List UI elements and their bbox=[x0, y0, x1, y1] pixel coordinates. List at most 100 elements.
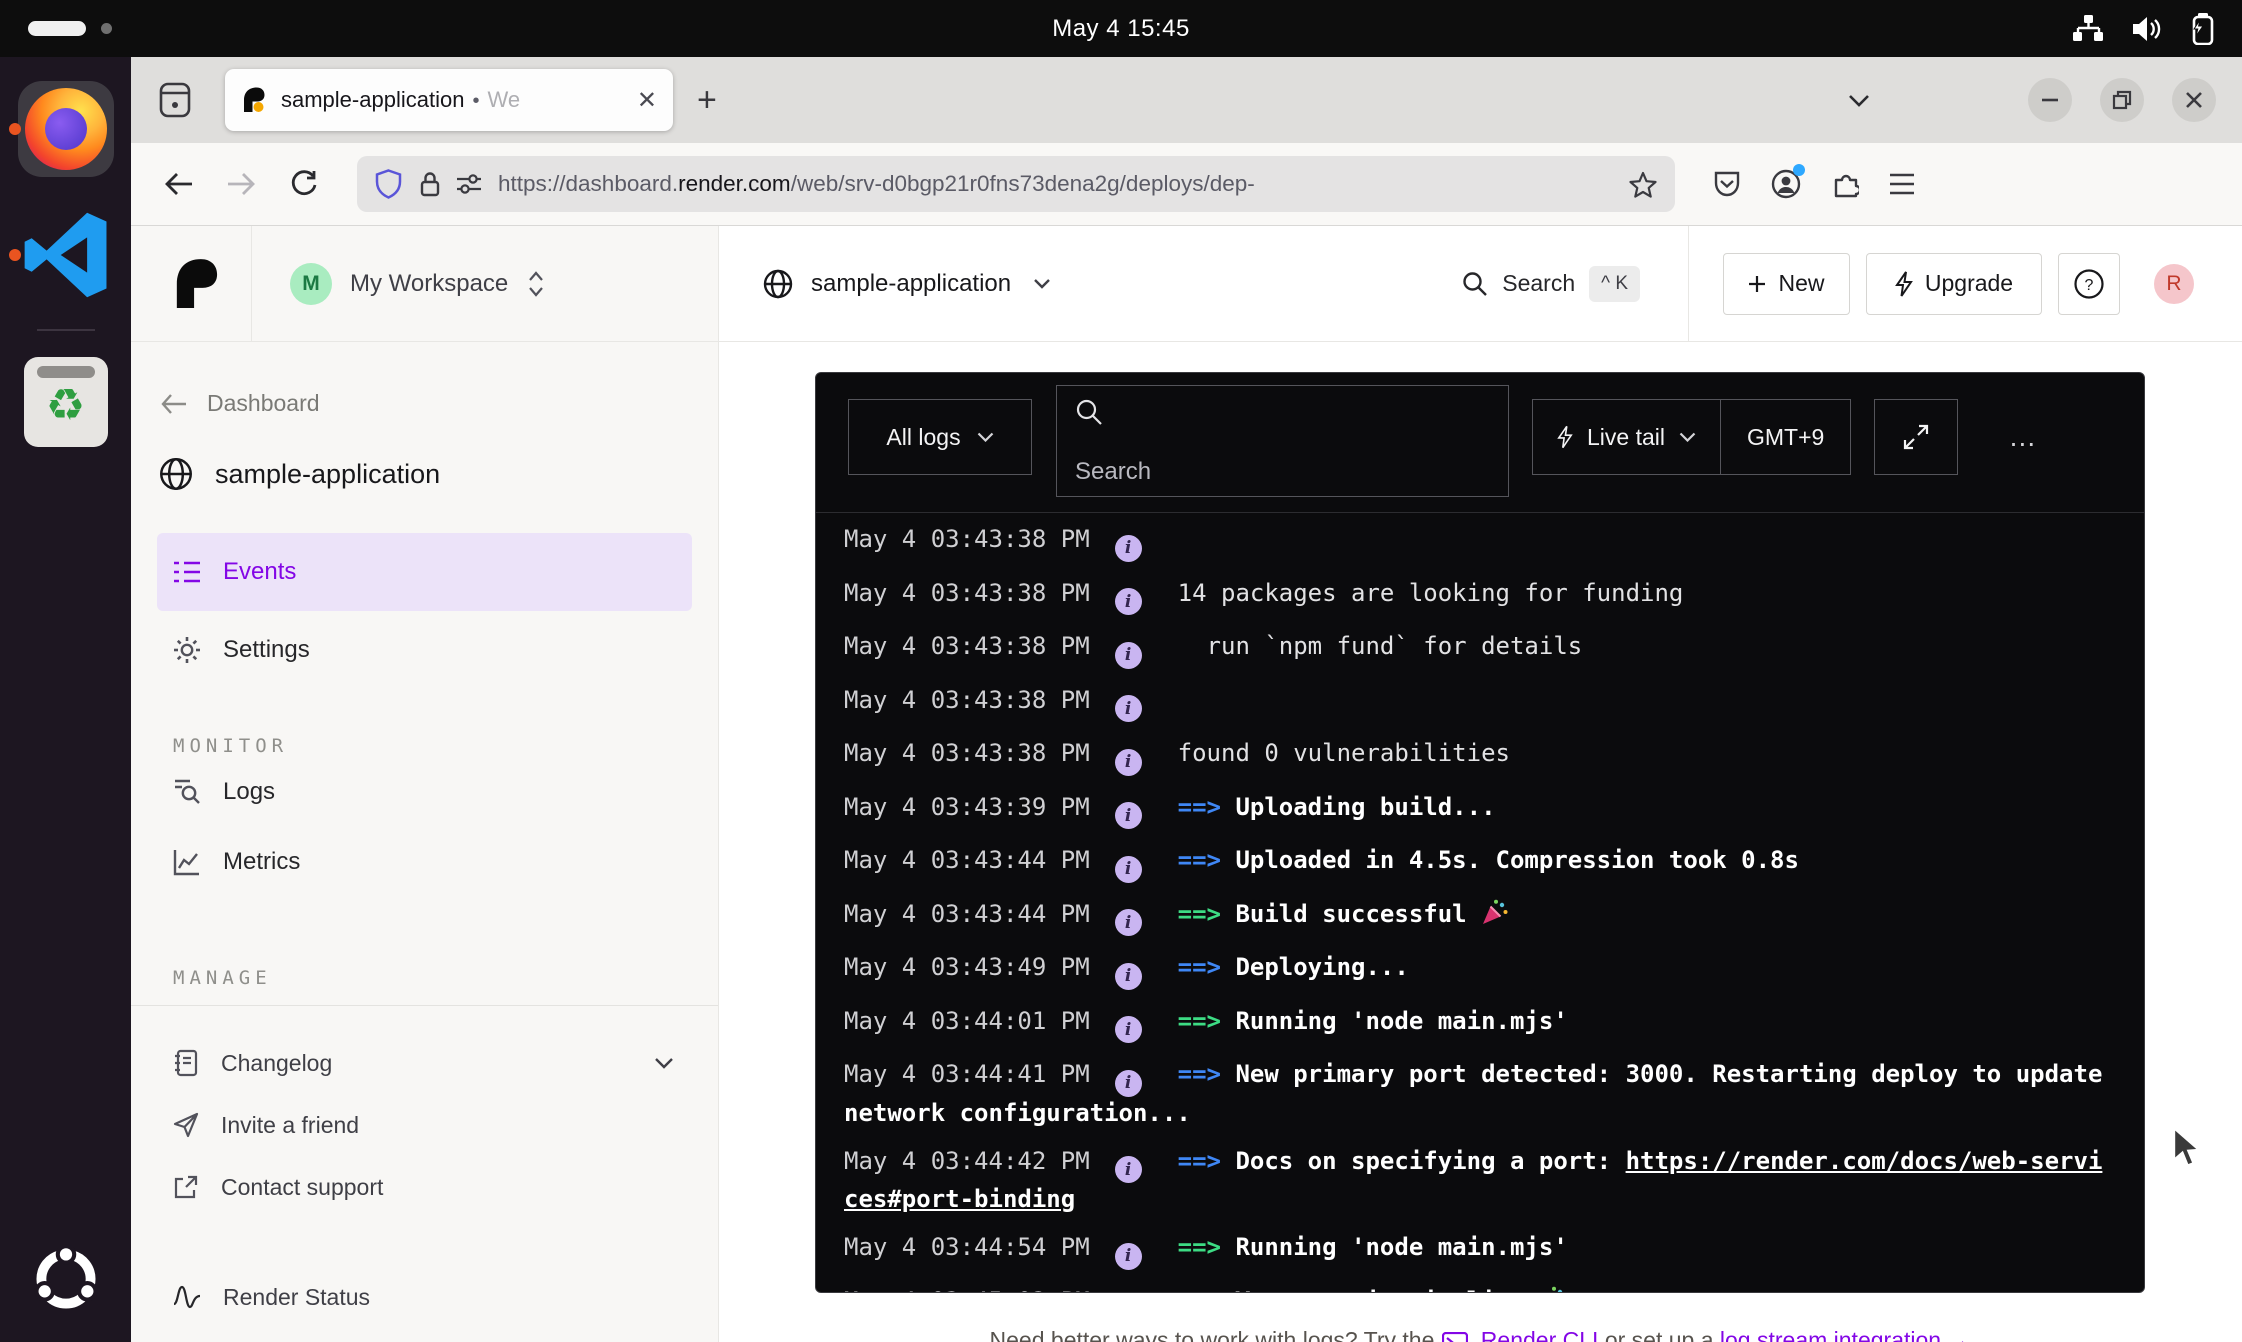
logs-search-icon bbox=[173, 778, 201, 806]
system-tray[interactable] bbox=[2073, 0, 2216, 57]
back-to-dashboard[interactable]: Dashboard bbox=[157, 390, 692, 417]
divider bbox=[1688, 226, 1689, 341]
live-tail-dropdown[interactable]: Live tail bbox=[1533, 400, 1720, 474]
help-glyph: ? bbox=[2085, 277, 2094, 294]
workspace-name: My Workspace bbox=[350, 270, 508, 298]
account-icon[interactable] bbox=[1771, 169, 1801, 199]
log-area: May 4 03:43:38 PMiMay 4 03:43:38 PMi14 p… bbox=[816, 513, 2144, 1293]
timezone-button[interactable]: GMT+9 bbox=[1720, 400, 1850, 474]
log-timestamp: May 4 03:44:54 PM bbox=[844, 1233, 1090, 1261]
log-arrow: ==> bbox=[1178, 1147, 1236, 1175]
app-header: M My Workspace sample-application bbox=[131, 226, 2242, 342]
info-icon: i bbox=[1115, 1156, 1142, 1183]
url-text: https://dashboard.render.com/web/srv-d0b… bbox=[498, 171, 1617, 197]
log-entry: May 4 03:44:01 PMi==> Running 'node main… bbox=[844, 1005, 2116, 1044]
running-indicator bbox=[9, 123, 21, 135]
manage-heading: MANAGE bbox=[157, 967, 692, 989]
sidebar-item-changelog[interactable]: Changelog bbox=[157, 1032, 692, 1094]
upgrade-button[interactable]: Upgrade bbox=[1866, 253, 2042, 315]
log-filter-dropdown[interactable]: All logs bbox=[848, 399, 1032, 475]
reload-button[interactable] bbox=[289, 170, 317, 198]
lightning-icon bbox=[1895, 271, 1913, 297]
sidebar-item-contact-support[interactable]: Contact support bbox=[157, 1156, 692, 1218]
dock: ♻ bbox=[0, 57, 131, 1342]
log-arrow: ==> bbox=[1178, 1233, 1236, 1261]
metrics-chart-icon bbox=[173, 848, 201, 876]
render-cli-link[interactable]: Render CLI bbox=[1481, 1327, 1599, 1342]
info-icon: i bbox=[1115, 1243, 1142, 1270]
sidebar-item-settings[interactable]: Settings bbox=[157, 611, 692, 689]
firefox-icon bbox=[18, 81, 114, 177]
window-close-button[interactable] bbox=[2172, 78, 2216, 122]
workspace-switcher[interactable]: M My Workspace bbox=[131, 226, 719, 341]
log-timestamp: May 4 03:44:01 PM bbox=[844, 1007, 1090, 1035]
sidebar-item-invite[interactable]: Invite a friend bbox=[157, 1094, 692, 1156]
info-icon: i bbox=[1115, 909, 1142, 936]
terminal-icon bbox=[1442, 1332, 1468, 1342]
extensions-icon[interactable] bbox=[1831, 170, 1859, 198]
search-shortcut: ^ K bbox=[1589, 266, 1640, 302]
log-entry: May 4 03:44:41 PMi==> New primary port d… bbox=[844, 1058, 2116, 1130]
volume-icon bbox=[2132, 15, 2162, 43]
info-icon: i bbox=[1115, 963, 1142, 990]
render-favicon bbox=[241, 86, 267, 114]
log-arrow: ==> bbox=[1178, 793, 1236, 821]
filter-label: All logs bbox=[886, 424, 960, 451]
dock-firefox[interactable] bbox=[0, 81, 131, 177]
sidebar-item-logs[interactable]: Logs bbox=[157, 757, 692, 827]
lock-icon[interactable] bbox=[418, 170, 442, 198]
dock-show-apps[interactable] bbox=[0, 1238, 131, 1320]
sidebar-item-render-status[interactable]: Render Status bbox=[157, 1266, 692, 1328]
list-tabs-icon[interactable] bbox=[1848, 94, 1870, 107]
expand-logs-button[interactable] bbox=[1874, 399, 1958, 475]
dock-trash[interactable]: ♻ bbox=[0, 357, 131, 447]
render-dashboard: M My Workspace sample-application bbox=[131, 226, 2242, 1342]
bookmark-star-icon[interactable] bbox=[1629, 171, 1657, 198]
log-entry: May 4 03:43:38 PMi bbox=[844, 684, 2116, 723]
tab-close-icon[interactable]: ✕ bbox=[637, 86, 657, 115]
log-stream-link[interactable]: log stream integration → bbox=[1720, 1327, 1971, 1342]
menu-icon[interactable] bbox=[1889, 173, 1915, 195]
service-selector[interactable]: sample-application bbox=[763, 226, 1051, 341]
log-more-menu[interactable]: … bbox=[2008, 399, 2040, 475]
paper-plane-icon bbox=[173, 1112, 199, 1138]
sidebar: Dashboard sample-application bbox=[131, 342, 719, 1342]
log-timestamp: May 4 03:45:02 PM bbox=[844, 1287, 1090, 1294]
pocket-icon[interactable] bbox=[1713, 170, 1741, 198]
sidebar-item-metrics[interactable]: Metrics bbox=[157, 827, 692, 897]
new-tab-button[interactable]: + bbox=[697, 81, 717, 120]
gear-icon bbox=[173, 636, 201, 664]
sidebar-item-events[interactable]: Events bbox=[157, 533, 692, 611]
back-button[interactable] bbox=[165, 172, 193, 196]
firefox-view-icon[interactable] bbox=[159, 82, 191, 118]
permissions-icon[interactable] bbox=[456, 173, 482, 195]
sidebar-service-name: sample-application bbox=[215, 459, 440, 490]
window-maximize-button[interactable] bbox=[2100, 78, 2144, 122]
log-entry: May 4 03:43:38 PMi run `npm fund` for de… bbox=[844, 630, 2116, 669]
global-search[interactable]: Search ^ K bbox=[1462, 266, 1640, 302]
log-entry: May 4 03:45:02 PMi==> Your service is li… bbox=[844, 1285, 2116, 1294]
search-icon bbox=[1462, 271, 1488, 297]
help-button[interactable]: ? bbox=[2058, 253, 2120, 315]
dock-vscode[interactable] bbox=[0, 211, 131, 299]
system-clock[interactable]: May 4 15:45 bbox=[0, 0, 2242, 57]
arrow-left-icon bbox=[161, 393, 187, 415]
network-icon bbox=[2073, 15, 2104, 42]
live-tail-group: Live tail GMT+9 bbox=[1532, 399, 1851, 475]
log-entry: May 4 03:43:38 PMifound 0 vulnerabilitie… bbox=[844, 737, 2116, 776]
new-button[interactable]: New bbox=[1723, 253, 1850, 315]
browser-tab[interactable]: sample-application•We ✕ bbox=[225, 69, 673, 131]
shield-icon[interactable] bbox=[375, 169, 402, 199]
log-timestamp: May 4 03:43:44 PM bbox=[844, 846, 1090, 874]
log-search-placeholder: Search bbox=[1075, 458, 1490, 486]
log-entry: May 4 03:43:38 PMi bbox=[844, 523, 2116, 562]
window-minimize-button[interactable] bbox=[2028, 78, 2072, 122]
mouse-cursor bbox=[2172, 1126, 2210, 1170]
log-search-input[interactable]: Search bbox=[1056, 385, 1509, 497]
forward-button[interactable] bbox=[227, 172, 255, 196]
user-avatar[interactable]: R bbox=[2154, 264, 2194, 304]
search-icon bbox=[1075, 398, 1490, 426]
party-popper-icon bbox=[1481, 899, 1508, 926]
url-bar[interactable]: https://dashboard.render.com/web/srv-d0b… bbox=[357, 156, 1675, 212]
log-entry: May 4 03:43:39 PMi==> Uploading build... bbox=[844, 791, 2116, 830]
